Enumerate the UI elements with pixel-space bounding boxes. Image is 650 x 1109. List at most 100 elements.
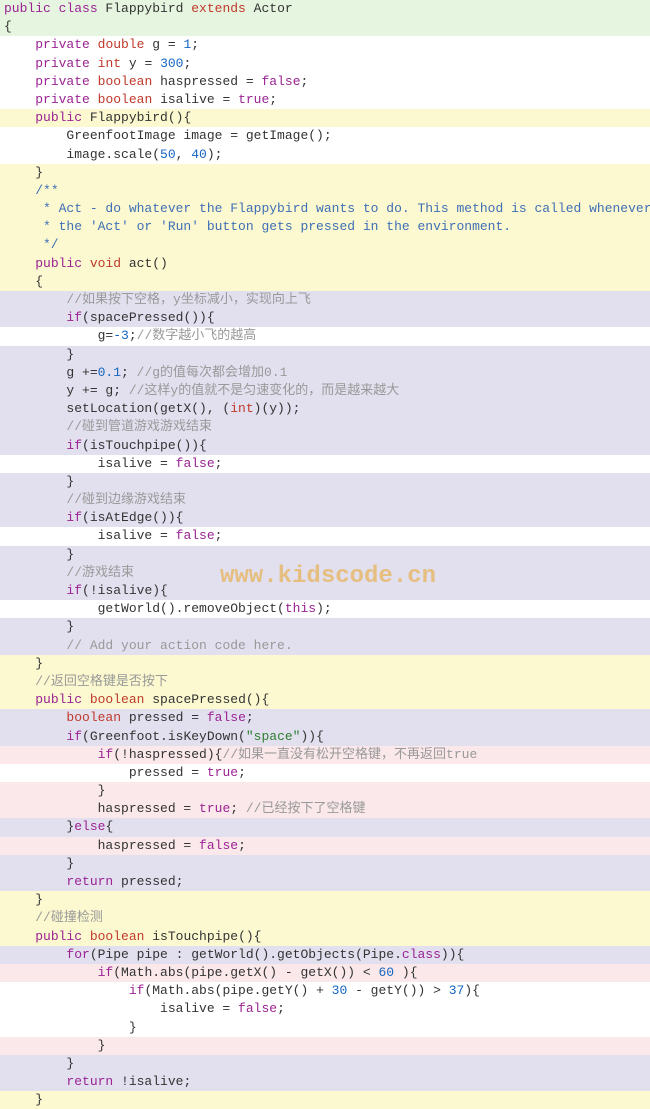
code-token: y = [129, 56, 160, 71]
code-token: g= [4, 328, 113, 343]
code-line: if(Greenfoot.isKeyDown("space")){ [0, 728, 650, 746]
code-token: ; [238, 838, 246, 853]
code-token: 60 [378, 965, 394, 980]
code-token: (Pipe pipe : getWorld().getObjects(Pipe. [90, 947, 402, 962]
code-token: private [35, 37, 97, 52]
code-token: boolean [66, 710, 128, 725]
code-token: true [199, 801, 230, 816]
code-line: { [0, 273, 650, 291]
code-token: ; [277, 1001, 285, 1016]
code-token: */ [4, 237, 59, 252]
code-token [4, 965, 98, 980]
code-token: setLocation(getX(), ( [4, 401, 230, 416]
code-token [4, 92, 35, 107]
code-token: return [66, 874, 121, 889]
code-line: y += g; //这样y的值就不是匀速变化的，而是越来越大 [0, 382, 650, 400]
code-token: ); [207, 147, 223, 162]
code-line: g=-3;//数字越小飞的越高 [0, 327, 650, 345]
code-token: int [98, 56, 129, 71]
code-token [4, 1074, 66, 1089]
code-line: return pressed; [0, 873, 650, 891]
code-line: //游戏结束 [0, 564, 650, 582]
code-token: ; [215, 456, 223, 471]
code-token: isalive = [4, 456, 176, 471]
code-token [4, 419, 66, 434]
code-token: GreenfootImage image = getImage(); [4, 128, 332, 143]
code-token [4, 983, 129, 998]
code-line: } [0, 618, 650, 636]
code-token: boolean [98, 74, 160, 89]
code-token: if [98, 747, 114, 762]
code-token: (!isalive){ [82, 583, 168, 598]
code-token: isalive = [4, 1001, 238, 1016]
code-token: Flappybird [105, 1, 191, 16]
code-token [4, 565, 66, 580]
code-line: } [0, 164, 650, 182]
code-line: public class Flappybird extends Actor [0, 0, 650, 18]
code-token: !isalive; [121, 1074, 191, 1089]
code-token: //碰到管道游戏游戏结束 [66, 419, 212, 434]
code-token: )(y)); [254, 401, 301, 416]
code-token: g += [4, 365, 98, 380]
code-line: private int y = 300; [0, 55, 650, 73]
code-line: } [0, 891, 650, 909]
code-token [4, 310, 66, 325]
code-line: return !isalive; [0, 1073, 650, 1091]
code-token: //这样y的值就不是匀速变化的，而是越来越大 [129, 383, 399, 398]
code-line: g +=0.1; //g的值每次都会增加0.1 [0, 364, 650, 382]
code-token: } [4, 165, 43, 180]
code-token: ; [246, 710, 254, 725]
code-token: if [66, 729, 82, 744]
code-token: } [4, 1092, 43, 1107]
code-line: */ [0, 236, 650, 254]
code-line: private double g = 1; [0, 36, 650, 54]
code-token: isTouchpipe(){ [152, 929, 261, 944]
code-line: //如果按下空格，y坐标减小，实现向上飞 [0, 291, 650, 309]
code-token: //返回空格键是否按下 [35, 674, 168, 689]
code-token: class [402, 947, 441, 962]
code-line: haspressed = true; //已经按下了空格键 [0, 800, 650, 818]
code-token: false [207, 710, 246, 725]
code-token [4, 910, 35, 925]
code-token: public [4, 1, 59, 16]
code-line: if(isAtEdge()){ [0, 509, 650, 527]
code-token: /** [35, 183, 58, 198]
code-token: 37 [449, 983, 465, 998]
code-token: if [98, 965, 114, 980]
code-token: //如果一直没有松开空格键，不再返回true [222, 747, 477, 762]
code-token: } [4, 474, 74, 489]
code-token: act() [129, 256, 168, 271]
code-line: } [0, 1019, 650, 1037]
code-line: }else{ [0, 818, 650, 836]
code-token: private [35, 92, 97, 107]
code-token: boolean [90, 692, 152, 707]
code-line: if(!isalive){ [0, 582, 650, 600]
code-token [4, 947, 66, 962]
code-token: private [35, 74, 97, 89]
code-token: } [4, 547, 74, 562]
code-token: } [4, 619, 74, 634]
code-line: pressed = true; [0, 764, 650, 782]
code-token: } [4, 656, 43, 671]
code-line: } [0, 1037, 650, 1055]
code-token: } [4, 347, 74, 362]
code-line: public boolean spacePressed(){ [0, 691, 650, 709]
code-token: pressed; [121, 874, 183, 889]
code-token [4, 747, 98, 762]
code-token: (isAtEdge()){ [82, 510, 183, 525]
code-token: (Math.abs(pipe.getX() - getX()) < [113, 965, 378, 980]
code-token: this [285, 601, 316, 616]
code-line: } [0, 655, 650, 673]
code-token: isalive = [160, 92, 238, 107]
code-line: isalive = false; [0, 1000, 650, 1018]
code-token: image.scale( [4, 147, 160, 162]
code-token: { [105, 819, 113, 834]
code-token: pressed = [129, 710, 207, 725]
code-token: public [35, 256, 90, 271]
code-token: ; [215, 528, 223, 543]
code-token: (Math.abs(pipe.getY() + [144, 983, 331, 998]
code-token [4, 729, 66, 744]
code-token: * Act - do whatever the Flappybird wants… [4, 201, 650, 216]
code-token: if [66, 583, 82, 598]
code-token: double [98, 37, 153, 52]
